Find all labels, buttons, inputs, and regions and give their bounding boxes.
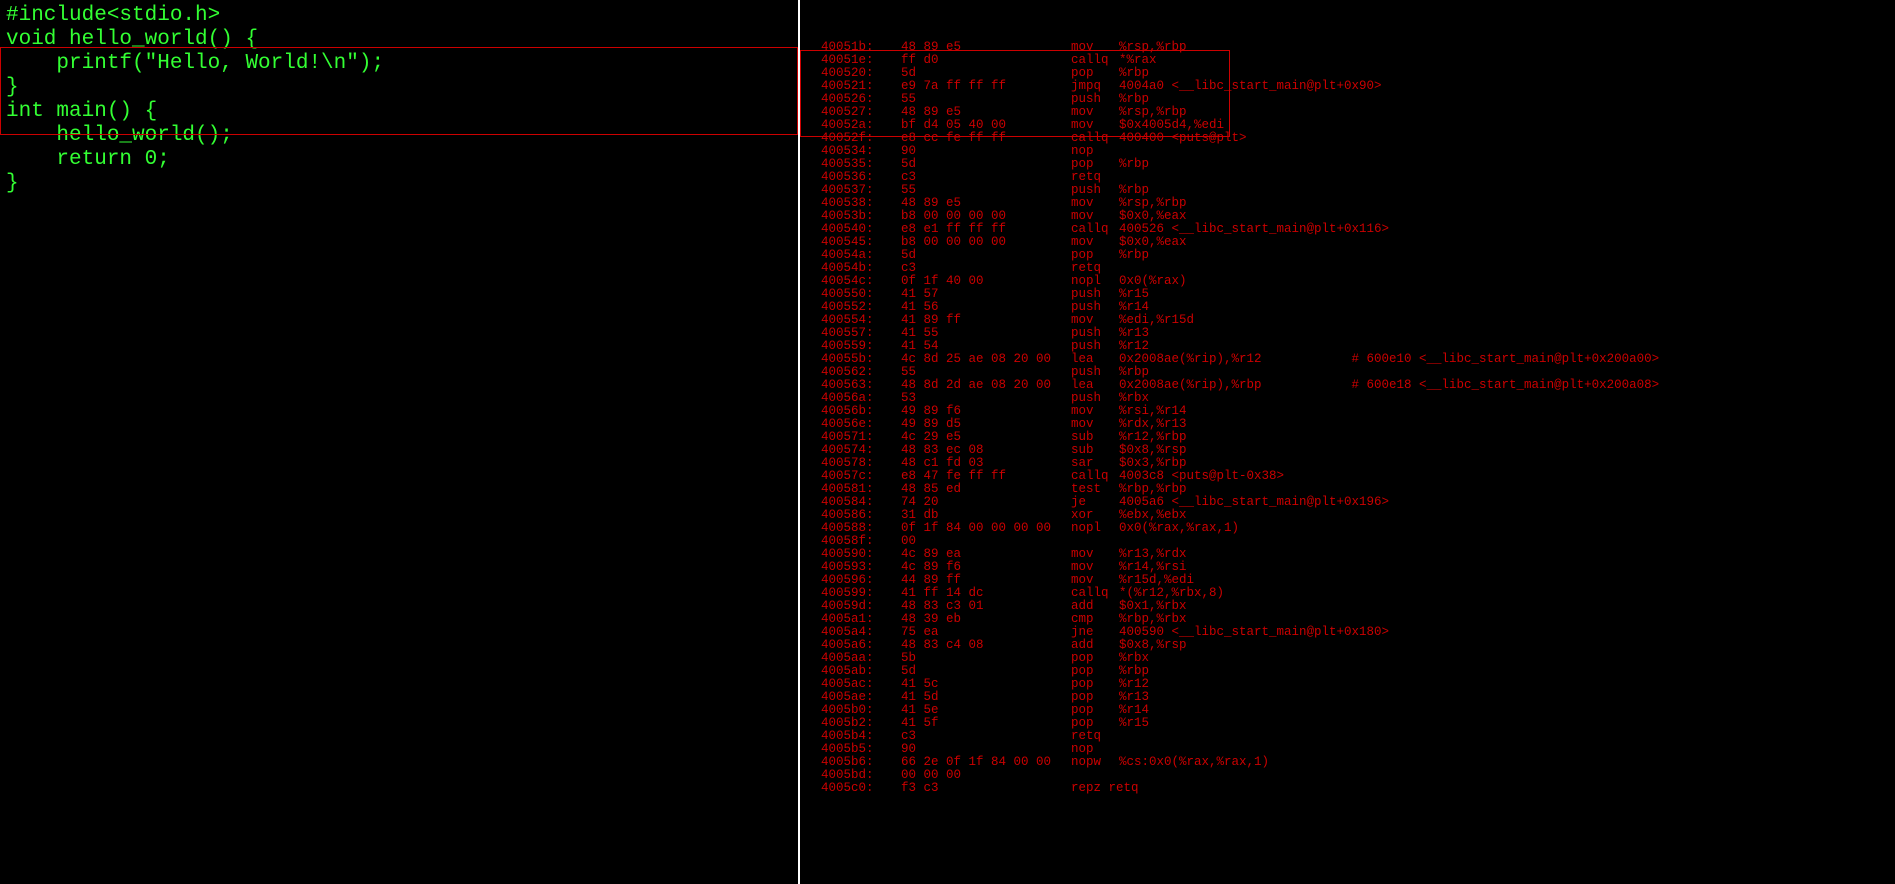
source-line: printf("Hello, World!\n"); bbox=[6, 52, 792, 76]
asm-bytes: 5d bbox=[901, 158, 1071, 171]
asm-bytes: c3 bbox=[901, 171, 1071, 184]
asm-row: 40051b:48 89 e5mov%rsp,%rbp bbox=[806, 41, 1889, 54]
asm-bytes: b8 00 00 00 00 bbox=[901, 236, 1071, 249]
asm-row: 40052f:e8 cc fe ff ffcallq400400 <puts@p… bbox=[806, 132, 1889, 145]
source-line: return 0; bbox=[6, 148, 792, 172]
asm-row: 4005ab:5dpop%rbp bbox=[806, 665, 1889, 678]
asm-operands: %cs:0x0(%rax,%rax,1) bbox=[1119, 756, 1269, 769]
asm-operands: 0x0(%rax,%rax,1) bbox=[1119, 522, 1239, 535]
asm-row: 400552:41 56push%r14 bbox=[806, 301, 1889, 314]
asm-row: 4005b6:66 2e 0f 1f 84 00 00nopw%cs:0x0(%… bbox=[806, 756, 1889, 769]
asm-row: 400584:74 20je4005a6 <__libc_start_main@… bbox=[806, 496, 1889, 509]
asm-operands: %r15 bbox=[1119, 717, 1149, 730]
asm-row: 400534:90nop bbox=[806, 145, 1889, 158]
asm-row: 400545:b8 00 00 00 00mov$0x0,%eax bbox=[806, 236, 1889, 249]
asm-bytes: 5b bbox=[901, 652, 1071, 665]
asm-mnemonic: repz retq bbox=[1071, 782, 1119, 795]
source-line: hello_world(); bbox=[6, 124, 792, 148]
asm-row: 40051e:ff d0callq*%rax bbox=[806, 54, 1889, 67]
asm-comment: # 600e10 <__libc_start_main@plt+0x200a00… bbox=[1352, 353, 1660, 366]
asm-mnemonic: nopw bbox=[1071, 756, 1119, 769]
disassembly-listing: 40051b:48 89 e5mov%rsp,%rbp 40051e:ff d0… bbox=[806, 41, 1889, 795]
asm-comment: # 600e18 <__libc_start_main@plt+0x200a08… bbox=[1352, 379, 1660, 392]
asm-operands: 4004a0 <__libc_start_main@plt+0x90> bbox=[1119, 80, 1382, 93]
asm-row: 40056e:49 89 d5mov%rdx,%r13 bbox=[806, 418, 1889, 431]
source-pane[interactable]: #include<stdio.h>void hello_world() { pr… bbox=[0, 0, 800, 884]
asm-bytes: 48 8d 2d ae 08 20 00 bbox=[901, 379, 1071, 392]
asm-bytes: 90 bbox=[901, 145, 1071, 158]
asm-row: 400550:41 57push%r15 bbox=[806, 288, 1889, 301]
asm-row: 400593:4c 89 f6mov%r14,%rsi bbox=[806, 561, 1889, 574]
asm-bytes: f3 c3 bbox=[901, 782, 1071, 795]
asm-row: 4005a6:48 83 c4 08add$0x8,%rsp bbox=[806, 639, 1889, 652]
source-line: } bbox=[6, 76, 792, 100]
source-line: #include<stdio.h> bbox=[6, 4, 792, 28]
asm-operands: %rbp bbox=[1119, 158, 1149, 171]
asm-row: 400526:55push%rbp bbox=[806, 93, 1889, 106]
asm-row: 4005aa:5bpop%rbx bbox=[806, 652, 1889, 665]
asm-operands: %rbp bbox=[1119, 249, 1149, 262]
disassembly-pane[interactable]: 40051b:48 89 e5mov%rsp,%rbp 40051e:ff d0… bbox=[800, 0, 1895, 884]
asm-row: 4005b4:c3retq bbox=[806, 730, 1889, 743]
asm-row: 4005ac:41 5cpop%r12 bbox=[806, 678, 1889, 691]
asm-row: 40055b:4c 8d 25 ae 08 20 00lea0x2008ae(%… bbox=[806, 353, 1889, 366]
asm-bytes: c3 bbox=[901, 730, 1071, 743]
asm-row: 40056b:49 89 f6mov%rsi,%r14 bbox=[806, 405, 1889, 418]
asm-row: 40054a:5dpop%rbp bbox=[806, 249, 1889, 262]
asm-row: 4005ae:41 5dpop%r13 bbox=[806, 691, 1889, 704]
asm-bytes: 48 83 c4 08 bbox=[901, 639, 1071, 652]
asm-row: 400521:e9 7a ff ff ffjmpq4004a0 <__libc_… bbox=[806, 80, 1889, 93]
asm-row: 40058f:00 bbox=[806, 535, 1889, 548]
asm-bytes: e9 7a ff ff ff bbox=[901, 80, 1071, 93]
asm-row: 400536:c3retq bbox=[806, 171, 1889, 184]
source-line: int main() { bbox=[6, 100, 792, 124]
asm-row: 400535:5dpop%rbp bbox=[806, 158, 1889, 171]
asm-row: 40057c:e8 47 fe ff ffcallq4003c8 <puts@p… bbox=[806, 470, 1889, 483]
asm-bytes: 5d bbox=[901, 249, 1071, 262]
asm-bytes: ff d0 bbox=[901, 54, 1071, 67]
asm-row: 40056a:53push%rbx bbox=[806, 392, 1889, 405]
source-line: void hello_world() { bbox=[6, 28, 792, 52]
asm-row: 400537:55push%rbp bbox=[806, 184, 1889, 197]
asm-row: 4005b0:41 5epop%r14 bbox=[806, 704, 1889, 717]
asm-bytes: 4c 8d 25 ae 08 20 00 bbox=[901, 353, 1071, 366]
asm-row: 40054c:0f 1f 40 00nopl0x0(%rax) bbox=[806, 275, 1889, 288]
asm-row: 4005b2:41 5fpop%r15 bbox=[806, 717, 1889, 730]
source-line: } bbox=[6, 172, 792, 196]
asm-mnemonic: nopl bbox=[1071, 522, 1119, 535]
asm-row: 400588:0f 1f 84 00 00 00 00nopl0x0(%rax,… bbox=[806, 522, 1889, 535]
asm-row: 400563:48 8d 2d ae 08 20 00lea0x2008ae(%… bbox=[806, 379, 1889, 392]
asm-row: 400554:41 89 ffmov%edi,%r15d bbox=[806, 314, 1889, 327]
asm-operands: 400400 <puts@plt> bbox=[1119, 132, 1247, 145]
asm-row: 4005c0:f3 c3repz retq bbox=[806, 782, 1889, 795]
asm-address: 4005c0: bbox=[806, 782, 901, 795]
source-code: #include<stdio.h>void hello_world() { pr… bbox=[6, 4, 792, 196]
asm-bytes: 0f 1f 84 00 00 00 00 bbox=[901, 522, 1071, 535]
asm-row: 4005bd:00 00 00 bbox=[806, 769, 1889, 782]
asm-row: 40059d:48 83 c3 01add$0x1,%rbx bbox=[806, 600, 1889, 613]
asm-bytes: 41 5f bbox=[901, 717, 1071, 730]
asm-bytes: e8 cc fe ff ff bbox=[901, 132, 1071, 145]
asm-row: 400557:41 55push%r13 bbox=[806, 327, 1889, 340]
asm-row: 400590:4c 89 eamov%r13,%rdx bbox=[806, 548, 1889, 561]
